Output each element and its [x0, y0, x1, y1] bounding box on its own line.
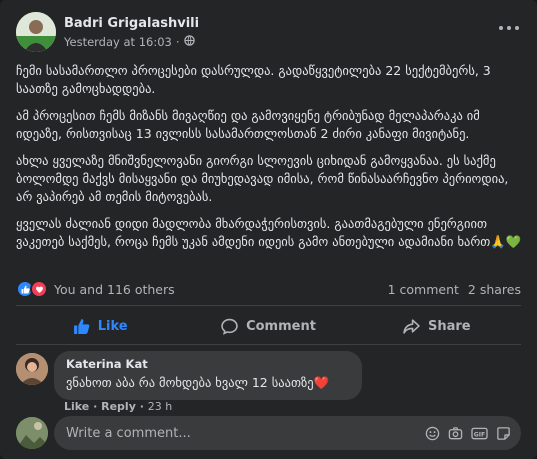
thumbs-up-icon	[73, 318, 90, 334]
author-avatar[interactable]	[16, 12, 56, 52]
globe-icon	[183, 34, 195, 50]
comment-button[interactable]: Comment	[184, 309, 352, 343]
separator-dot: ·	[139, 400, 148, 413]
action-bar: Like Comment Share	[16, 309, 521, 343]
comment-placeholder: Write a comment...	[66, 425, 191, 441]
camera-icon[interactable]	[448, 426, 463, 441]
reaction-count[interactable]: You and 116 others	[54, 282, 175, 297]
comment-count[interactable]: 1 comment	[388, 282, 459, 297]
like-label: Like	[97, 318, 128, 334]
comment-item: Katerina Kat ვნახოთ აბა რა მოხდება ხვალ …	[16, 351, 362, 400]
love-reaction-icon[interactable]	[30, 280, 48, 298]
divider	[16, 344, 521, 345]
share-button[interactable]: Share	[353, 309, 521, 343]
composer-tools: GIF	[417, 426, 511, 441]
like-button[interactable]: Like	[16, 309, 184, 343]
comment-input[interactable]: Write a comment... GIF	[54, 416, 521, 450]
separator-dot: ·	[175, 34, 180, 49]
reactions-bar: You and 116 others 1 comment 2 shares	[16, 279, 521, 299]
comment-time[interactable]: 23 h	[148, 400, 172, 413]
post-meta: Yesterday at 16:03 ·	[64, 34, 199, 50]
comment-meta: Like · Reply · 23 h	[64, 400, 172, 413]
current-user-avatar	[16, 417, 48, 449]
more-icon[interactable]	[493, 16, 525, 40]
emoji-icon[interactable]	[425, 426, 440, 441]
share-label: Share	[428, 318, 471, 334]
comment-bubble: Katerina Kat ვნახოთ აბა რა მოხდება ხვალ …	[54, 351, 362, 400]
divider	[16, 305, 521, 306]
sticker-icon[interactable]	[496, 426, 511, 441]
post-timestamp[interactable]: Yesterday at 16:03	[64, 34, 172, 50]
commenter-avatar[interactable]	[16, 353, 48, 385]
comment-composer: Write a comment... GIF	[16, 416, 521, 450]
comment-like-link[interactable]: Like	[64, 400, 89, 413]
post-paragraph: ამ პროცესით ჩემს მიზანს მივაღწიე და გამო…	[16, 108, 480, 141]
svg-text:GIF: GIF	[474, 431, 485, 438]
post-paragraph: ჩემი სასამართლო პროცესები დასრულდა. გადა…	[16, 63, 491, 96]
commenter-name[interactable]: Katerina Kat	[66, 357, 350, 372]
separator-dot: ·	[93, 400, 102, 413]
share-count[interactable]: 2 shares	[468, 282, 521, 297]
author-name[interactable]: Badri Grigalashvili	[64, 15, 199, 32]
comment-icon	[221, 318, 238, 335]
post-body: ჩემი სასამართლო პროცესები დასრულდა. გადა…	[16, 62, 524, 260]
gif-icon[interactable]: GIF	[471, 426, 488, 441]
post-card: Badri Grigalashvili Yesterday at 16:03 ·…	[0, 0, 537, 459]
comment-reply-link[interactable]: Reply	[101, 400, 136, 413]
post-paragraph: ყველას ძალიან დიდი მადლობა მხარდაჭერისთვ…	[16, 216, 522, 249]
comment-label: Comment	[246, 318, 316, 334]
post-header: Badri Grigalashvili Yesterday at 16:03 ·	[16, 12, 199, 52]
share-icon	[403, 318, 420, 334]
comment-text: ვნახოთ აბა რა მოხდება ხვალ 12 საათზე❤️	[66, 375, 330, 390]
post-paragraph: ახლა ყველაზე მნიშვნელოვანი გიორგი სლოევი…	[16, 153, 509, 204]
